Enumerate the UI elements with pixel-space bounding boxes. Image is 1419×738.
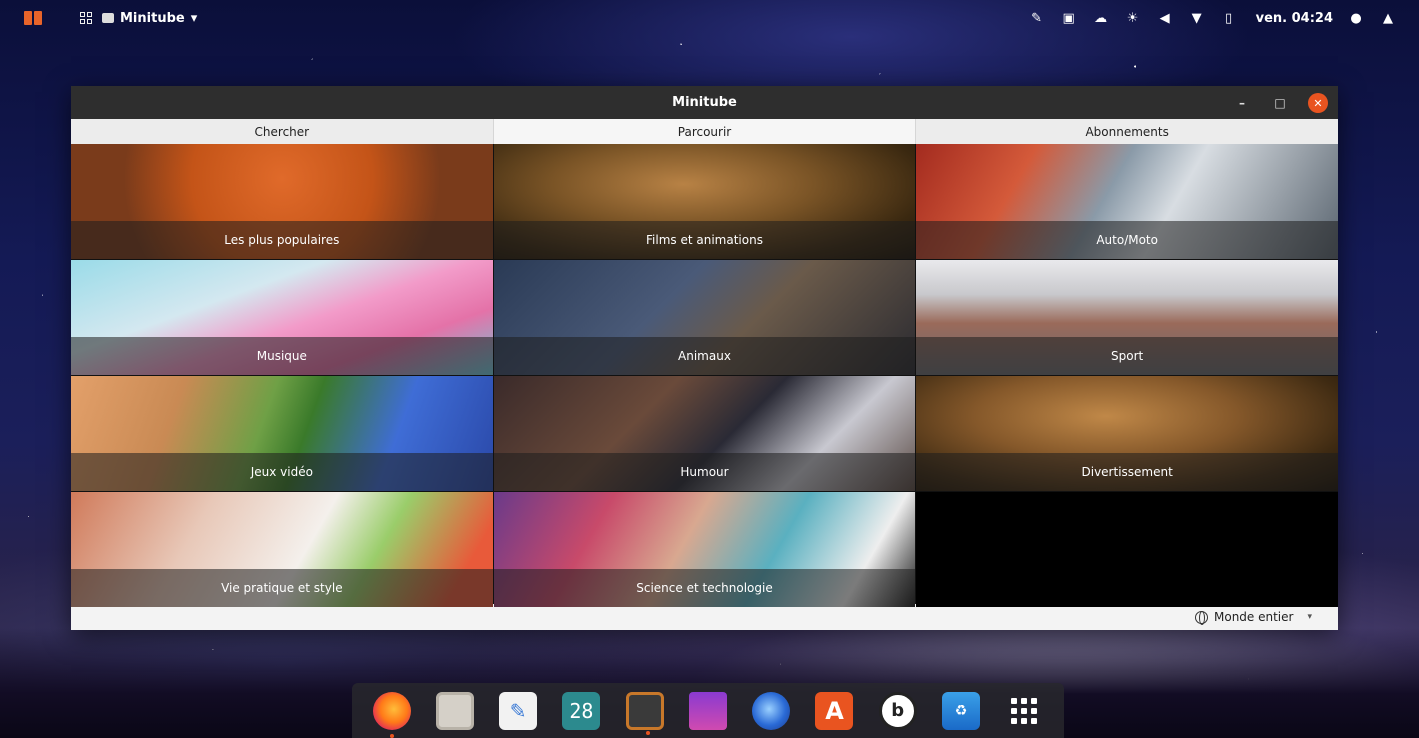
- category-tile-sport[interactable]: Sport: [916, 260, 1338, 375]
- chevron-down-icon: ▾: [1307, 612, 1312, 622]
- category-label: Jeux vidéo: [71, 453, 493, 491]
- empty-tile: [916, 492, 1338, 607]
- maximize-button[interactable]: □: [1270, 93, 1290, 113]
- tab-subscriptions[interactable]: Abonnements: [916, 119, 1339, 144]
- category-label: Auto/Moto: [916, 221, 1338, 259]
- category-label: Animaux: [493, 337, 916, 375]
- bell-icon[interactable]: ▲: [1379, 10, 1397, 26]
- category-label: Films et animations: [493, 221, 916, 259]
- category-label: Divertissement: [916, 453, 1338, 491]
- category-tile-popular[interactable]: Les plus populaires: [71, 144, 493, 259]
- app-center-glyph: A: [825, 696, 844, 725]
- category-label: Science et technologie: [493, 569, 916, 607]
- menu-logo-icon[interactable]: [24, 11, 42, 25]
- status-bar: Monde entier ▾: [71, 604, 1338, 630]
- clock[interactable]: ven. 04:24: [1256, 11, 1333, 26]
- calendar-day: 28: [569, 698, 594, 723]
- terminal-icon[interactable]: ▣: [1060, 10, 1078, 26]
- close-button[interactable]: ✕: [1308, 93, 1328, 113]
- video-app-icon[interactable]: [688, 691, 727, 730]
- running-indicator: [389, 733, 394, 738]
- running-indicator: [645, 730, 650, 735]
- window-title: Minitube: [672, 95, 737, 110]
- active-app-name: Minitube: [120, 10, 185, 26]
- clipboard-icon[interactable]: ▯: [1220, 10, 1238, 26]
- thunderbird-icon[interactable]: [752, 691, 791, 730]
- brightness-icon[interactable]: ☀: [1124, 10, 1142, 26]
- dock: ✎ 28 A b ♻: [352, 683, 1064, 738]
- pen-icon[interactable]: ✎: [1028, 10, 1046, 26]
- files-icon[interactable]: [435, 691, 474, 730]
- minitube-window: Minitube – □ ✕ Chercher Parcourir Abonne…: [71, 86, 1339, 630]
- window-titlebar[interactable]: Minitube – □ ✕: [71, 86, 1338, 119]
- minimize-button[interactable]: –: [1232, 93, 1252, 113]
- category-tile-autos[interactable]: Auto/Moto: [916, 144, 1338, 259]
- category-tile-films[interactable]: Films et animations: [493, 144, 916, 259]
- category-tile-games[interactable]: Jeux vidéo: [71, 376, 493, 491]
- volume-icon[interactable]: ◀: [1156, 10, 1174, 26]
- globe-icon: [1195, 610, 1208, 625]
- category-label: Humour: [493, 453, 916, 491]
- category-label: Les plus populaires: [71, 221, 493, 259]
- cloud-icon[interactable]: ☁: [1092, 10, 1110, 26]
- pencil-glyph: ✎: [509, 698, 527, 723]
- region-selector[interactable]: Monde entier ▾: [1195, 610, 1312, 625]
- b-app-icon[interactable]: b: [878, 691, 917, 730]
- tab-browse[interactable]: Parcourir: [493, 119, 917, 144]
- wifi-icon[interactable]: ▼: [1188, 10, 1206, 26]
- show-apps-icon[interactable]: [1005, 692, 1043, 730]
- category-tile-music[interactable]: Musique: [71, 260, 493, 375]
- app-center-icon[interactable]: A: [815, 691, 854, 730]
- text-editor-icon[interactable]: ✎: [499, 691, 538, 730]
- category-grid: Les plus populaires Films et animations …: [71, 144, 1338, 607]
- trash-icon[interactable]: ♻: [942, 691, 981, 730]
- calendar-icon[interactable]: 28: [562, 691, 601, 730]
- category-label: Vie pratique et style: [71, 569, 493, 607]
- region-label: Monde entier: [1214, 610, 1294, 624]
- app-window-icon: [102, 13, 114, 23]
- active-app-menu[interactable]: Minitube ▾: [102, 11, 197, 26]
- category-label: Musique: [71, 337, 493, 375]
- user-icon[interactable]: ●: [1347, 10, 1365, 26]
- tab-search[interactable]: Chercher: [71, 119, 494, 144]
- top-panel: Minitube ▾ ✎ ▣ ☁ ☀ ◀ ▼ ▯ ven. 04:24 ● ▲: [0, 0, 1419, 36]
- recycle-glyph: ♻: [954, 702, 968, 719]
- minitube-tv-icon[interactable]: [625, 691, 664, 735]
- category-label: Sport: [916, 337, 1338, 375]
- category-tile-howto[interactable]: Vie pratique et style: [71, 492, 493, 607]
- chevron-down-icon: ▾: [190, 10, 198, 26]
- apps-grid-icon[interactable]: [80, 12, 92, 24]
- category-tile-animals[interactable]: Animaux: [493, 260, 916, 375]
- b-glyph: b: [891, 700, 905, 721]
- firefox-icon[interactable]: [372, 691, 411, 738]
- category-tile-entertainment[interactable]: Divertissement: [916, 376, 1338, 491]
- category-tile-science[interactable]: Science et technologie: [493, 492, 916, 607]
- category-tile-comedy[interactable]: Humour: [493, 376, 916, 491]
- view-tabs: Chercher Parcourir Abonnements: [71, 119, 1339, 144]
